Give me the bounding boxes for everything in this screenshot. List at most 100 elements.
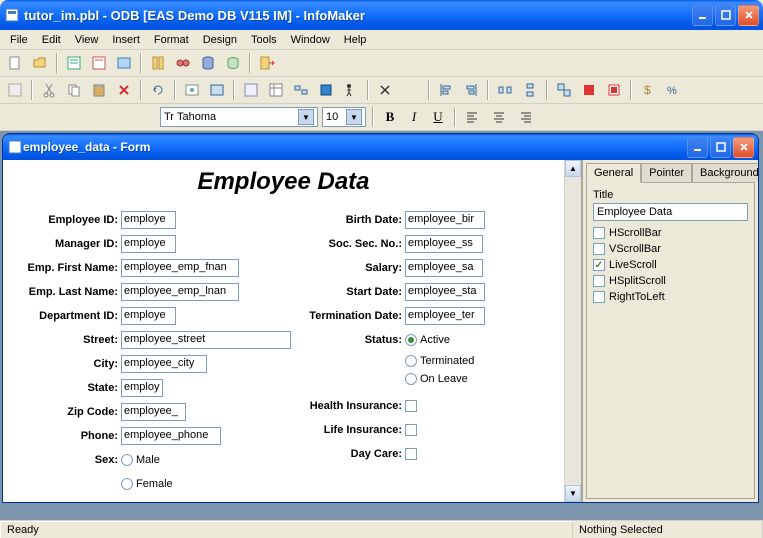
- menu-insert[interactable]: Insert: [106, 32, 146, 48]
- label-salary[interactable]: Salary:: [305, 262, 405, 274]
- label-life[interactable]: Life Insurance:: [305, 424, 405, 436]
- maximize-button[interactable]: [715, 5, 736, 26]
- radio-onleave[interactable]: [405, 373, 417, 385]
- checkbox-hscroll[interactable]: [593, 227, 605, 239]
- tab-pointer[interactable]: Pointer: [641, 163, 692, 182]
- database-icon[interactable]: [222, 52, 244, 74]
- child-maximize-button[interactable]: [710, 137, 731, 158]
- taborder-icon[interactable]: [290, 79, 312, 101]
- datasource-icon[interactable]: [206, 79, 228, 101]
- delete-icon[interactable]: [113, 79, 135, 101]
- radio-terminated[interactable]: [405, 355, 417, 367]
- label-status[interactable]: Status:: [305, 334, 405, 346]
- align-right-icon[interactable]: [460, 79, 482, 101]
- field-term[interactable]: employee_ter: [405, 307, 485, 325]
- label-city[interactable]: City:: [13, 358, 121, 370]
- field-state[interactable]: employ: [121, 379, 163, 397]
- menu-window[interactable]: Window: [285, 32, 336, 48]
- label-phone[interactable]: Phone:: [13, 430, 121, 442]
- form-scrollbar[interactable]: ▲ ▼: [564, 160, 581, 502]
- library-icon[interactable]: [147, 52, 169, 74]
- checkbox-daycare[interactable]: [405, 448, 417, 460]
- copy-icon[interactable]: [63, 79, 85, 101]
- field-manager-id[interactable]: employe: [121, 235, 176, 253]
- label-term[interactable]: Termination Date:: [305, 310, 405, 322]
- field-phone[interactable]: employee_phone: [121, 427, 221, 445]
- field-city[interactable]: employee_city: [121, 355, 207, 373]
- field-dept-id[interactable]: employe: [121, 307, 176, 325]
- checkbox-vscroll[interactable]: [593, 243, 605, 255]
- cut-icon[interactable]: [38, 79, 60, 101]
- label-birth[interactable]: Birth Date:: [305, 214, 405, 226]
- form-title[interactable]: Employee Data: [3, 160, 564, 208]
- label-manager-id[interactable]: Manager ID:: [13, 238, 121, 250]
- bg-color-icon[interactable]: [603, 79, 625, 101]
- checkbox-health[interactable]: [405, 400, 417, 412]
- label-ssn[interactable]: Soc. Sec. No.:: [305, 238, 405, 250]
- align-left-icon[interactable]: [435, 79, 457, 101]
- field-street[interactable]: employee_street: [121, 331, 291, 349]
- column-spec-icon[interactable]: [265, 79, 287, 101]
- checkbox-livescroll[interactable]: [593, 259, 605, 271]
- space-h-icon[interactable]: [494, 79, 516, 101]
- paste-icon[interactable]: [88, 79, 110, 101]
- field-emp-last[interactable]: employee_emp_lnan: [121, 283, 239, 301]
- label-state[interactable]: State:: [13, 382, 121, 394]
- label-active[interactable]: Active: [420, 334, 450, 346]
- font-size-select[interactable]: 10 ▼: [322, 107, 366, 127]
- radio-male[interactable]: [121, 454, 133, 466]
- size-icon[interactable]: [553, 79, 575, 101]
- field-start[interactable]: employee_sta: [405, 283, 485, 301]
- close-tool-icon[interactable]: [374, 79, 396, 101]
- scroll-up-icon[interactable]: ▲: [565, 160, 581, 177]
- checkbox-life[interactable]: [405, 424, 417, 436]
- label-street[interactable]: Street:: [13, 334, 121, 346]
- label-emp-last[interactable]: Emp. Last Name:: [13, 286, 121, 298]
- scroll-down-icon[interactable]: ▼: [565, 485, 581, 502]
- child-close-button[interactable]: [733, 137, 754, 158]
- db-profile-icon[interactable]: [197, 52, 219, 74]
- exit-icon[interactable]: [256, 52, 278, 74]
- checkbox-hsplit[interactable]: [593, 275, 605, 287]
- underline-button[interactable]: U: [428, 108, 448, 126]
- label-onleave[interactable]: On Leave: [420, 373, 468, 385]
- fg-color-icon[interactable]: [578, 79, 600, 101]
- space-v-icon[interactable]: [519, 79, 541, 101]
- label-female[interactable]: Female: [136, 478, 173, 490]
- percent-icon[interactable]: %: [662, 79, 684, 101]
- prompt-icon[interactable]: [315, 79, 337, 101]
- align-text-right-icon[interactable]: [514, 106, 536, 128]
- align-text-left-icon[interactable]: [462, 106, 484, 128]
- prop-title-input[interactable]: [593, 203, 748, 221]
- label-male[interactable]: Male: [136, 454, 160, 466]
- label-health[interactable]: Health Insurance:: [305, 400, 405, 412]
- field-salary[interactable]: employee_sa: [405, 259, 483, 277]
- font-name-select[interactable]: TrTahoma ▼: [160, 107, 318, 127]
- menu-file[interactable]: File: [4, 32, 34, 48]
- checkbox-rtl[interactable]: [593, 291, 605, 303]
- label-emp-first[interactable]: Emp. First Name:: [13, 262, 121, 274]
- label-terminated[interactable]: Terminated: [420, 355, 474, 367]
- align-text-center-icon[interactable]: [488, 106, 510, 128]
- field-employee-id[interactable]: employe: [121, 211, 176, 229]
- form-icon[interactable]: [63, 52, 85, 74]
- close-button[interactable]: [738, 5, 759, 26]
- label-zip[interactable]: Zip Code:: [13, 406, 121, 418]
- field-ssn[interactable]: employee_ss: [405, 235, 483, 253]
- menu-view[interactable]: View: [69, 32, 105, 48]
- label-sex[interactable]: Sex:: [13, 454, 121, 466]
- tab-general[interactable]: General: [586, 163, 641, 183]
- field-birth[interactable]: employee_bir: [405, 211, 485, 229]
- field-emp-first[interactable]: employee_emp_fnan: [121, 259, 239, 277]
- radio-female[interactable]: [121, 478, 133, 490]
- preview-icon[interactable]: [181, 79, 203, 101]
- bold-button[interactable]: B: [380, 108, 400, 126]
- menu-tools[interactable]: Tools: [245, 32, 283, 48]
- menu-design[interactable]: Design: [197, 32, 243, 48]
- label-start[interactable]: Start Date:: [305, 286, 405, 298]
- menu-format[interactable]: Format: [148, 32, 195, 48]
- tab-background[interactable]: Background: [692, 163, 759, 182]
- properties-icon[interactable]: [240, 79, 262, 101]
- undo-icon[interactable]: [147, 79, 169, 101]
- menu-edit[interactable]: Edit: [36, 32, 67, 48]
